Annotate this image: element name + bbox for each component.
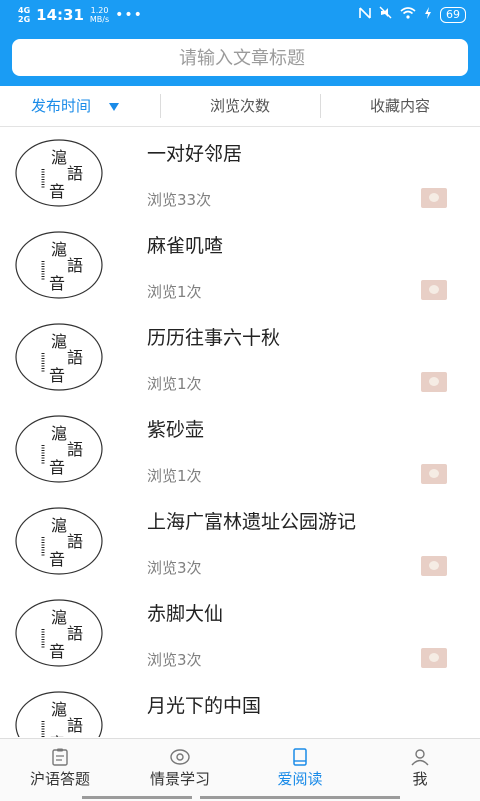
- list-item[interactable]: 滬語音 赤脚大仙 浏览3次: [0, 587, 480, 679]
- clipboard-icon: [52, 748, 68, 766]
- list-item[interactable]: 滬語音 历历往事六十秋 浏览1次: [0, 311, 480, 403]
- article-title: 历历往事六十秋: [147, 327, 281, 349]
- view-count: 浏览3次: [147, 651, 202, 669]
- svg-text:音: 音: [49, 458, 65, 477]
- view-count: 浏览3次: [147, 559, 202, 577]
- svg-text:滬: 滬: [51, 240, 67, 259]
- svg-text:語: 語: [67, 532, 83, 551]
- svg-text:音: 音: [49, 366, 65, 385]
- filter-label: 收藏内容: [369, 97, 430, 115]
- author-avatar: [421, 648, 447, 668]
- svg-text:滬: 滬: [51, 332, 67, 351]
- filter-view-count[interactable]: 浏览次数: [160, 86, 320, 126]
- article-title: 一对好邻居: [147, 143, 243, 165]
- list-item[interactable]: 滬語音 紫砂壶 浏览1次: [0, 403, 480, 495]
- search-bar[interactable]: [12, 39, 472, 78]
- filter-publish-time[interactable]: 发布时间: [0, 86, 160, 126]
- view-count: 浏览1次: [147, 375, 202, 393]
- svg-text:滬: 滬: [51, 516, 67, 535]
- list-item[interactable]: 滬語音 月光下的中国: [0, 679, 480, 737]
- tab-love-reading[interactable]: 爱阅读: [240, 739, 360, 795]
- eye-icon: [170, 749, 190, 765]
- view-count: 浏览1次: [147, 283, 202, 301]
- svg-text:滬: 滬: [51, 700, 67, 719]
- header-bar: 4G 2G 14:31 1.20 MB/s ••• 69: [0, 0, 480, 86]
- svg-text:語: 語: [67, 716, 83, 735]
- clock: 14:31: [36, 6, 84, 24]
- author-avatar: [421, 280, 447, 300]
- wifi-icon: [400, 6, 416, 23]
- list-item[interactable]: 滬語音 上海广富林遗址公园游记 浏览3次: [0, 495, 480, 587]
- list-item[interactable]: 滬語音 麻雀叽喳 浏览1次: [0, 219, 480, 311]
- article-thumbnail: 滬語音: [15, 599, 103, 667]
- article-thumbnail: 滬語音: [15, 507, 103, 575]
- svg-text:音: 音: [49, 274, 65, 293]
- signal-icon: 4G 2G: [18, 6, 31, 24]
- svg-text:語: 語: [67, 164, 83, 183]
- caret-down-icon: [109, 102, 119, 111]
- svg-text:語: 語: [67, 440, 83, 459]
- tab-label: 沪语答题: [29, 770, 90, 788]
- tab-shanghainese-quiz[interactable]: 沪语答题: [0, 739, 120, 795]
- tab-label: 我: [412, 770, 428, 788]
- article-thumbnail: 滬語音: [15, 231, 103, 299]
- tab-me[interactable]: 我: [360, 739, 480, 795]
- svg-text:音: 音: [49, 734, 65, 737]
- article-title: 上海广富林遗址公园游记: [147, 511, 357, 533]
- author-avatar: [421, 372, 447, 392]
- filter-label: 浏览次数: [209, 97, 270, 115]
- view-count: 浏览1次: [147, 467, 202, 485]
- article-thumbnail: 滬語音: [15, 415, 103, 483]
- gesture-indicator: [82, 796, 192, 799]
- author-avatar: [421, 188, 447, 208]
- article-thumbnail: 滬語音: [15, 323, 103, 391]
- gesture-indicator: [200, 796, 400, 799]
- list-item[interactable]: 滬語音 一对好邻居 浏览33次: [0, 127, 480, 219]
- article-title: 紫砂壶: [147, 419, 205, 441]
- article-title: 月光下的中国: [147, 695, 262, 717]
- svg-text:音: 音: [49, 182, 65, 201]
- svg-text:滬: 滬: [51, 608, 67, 627]
- filter-bar: 发布时间 浏览次数 收藏内容: [0, 86, 480, 127]
- article-list: 滬語音 一对好邻居 浏览33次 滬語音 麻雀叽喳 浏览1次 滬語音 历历往事六十…: [0, 127, 480, 737]
- author-avatar: [421, 556, 447, 576]
- tab-label: 爱阅读: [277, 770, 323, 788]
- mute-icon: [379, 6, 392, 23]
- svg-text:音: 音: [49, 550, 65, 569]
- article-thumbnail: 滬語音: [15, 691, 103, 737]
- user-icon: [411, 749, 429, 766]
- author-avatar: [421, 464, 447, 484]
- article-title: 麻雀叽喳: [147, 235, 224, 257]
- svg-text:滬: 滬: [51, 424, 67, 443]
- filter-label: 发布时间: [30, 97, 91, 115]
- filter-favorites[interactable]: 收藏内容: [320, 86, 480, 126]
- bottom-navigation: 沪语答题 情景学习 爱阅读 我: [0, 738, 480, 801]
- svg-text:語: 語: [67, 624, 83, 643]
- article-title: 赤脚大仙: [147, 603, 224, 625]
- more-notifications-icon: •••: [115, 7, 143, 23]
- nfc-icon: [359, 6, 371, 23]
- tab-label: 情景学习: [149, 770, 210, 788]
- status-bar: 4G 2G 14:31 1.20 MB/s ••• 69: [0, 0, 480, 32]
- network-speed: 1.20 MB/s: [89, 6, 110, 24]
- svg-text:音: 音: [49, 642, 65, 661]
- svg-text:語: 語: [67, 256, 83, 275]
- svg-text:語: 語: [67, 348, 83, 367]
- battery-icon: 69: [440, 6, 466, 23]
- gesture-bar: [0, 794, 480, 800]
- svg-text:滬: 滬: [51, 148, 67, 167]
- tab-scenario-learning[interactable]: 情景学习: [120, 739, 240, 795]
- article-thumbnail: 滬語音: [15, 139, 103, 207]
- charging-icon: [424, 6, 432, 23]
- search-input[interactable]: [12, 39, 472, 78]
- book-icon: [293, 748, 307, 766]
- view-count: 浏览33次: [147, 191, 212, 209]
